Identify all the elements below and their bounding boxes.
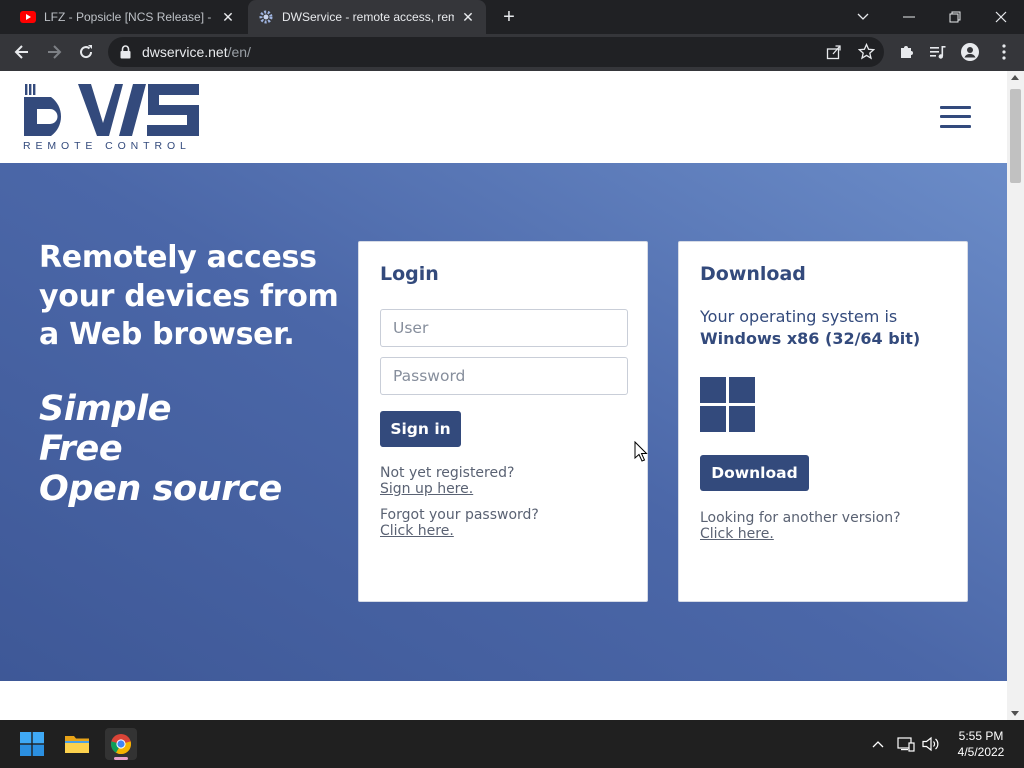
other-version-link[interactable]: Click here. (700, 526, 901, 542)
restore-button[interactable] (932, 0, 978, 34)
register-block: Not yet registered? Sign up here. (380, 465, 514, 497)
windows-icon (700, 377, 755, 432)
page-scrollbar[interactable] (1007, 71, 1024, 720)
forward-arrow-icon[interactable] (40, 38, 68, 66)
browser-toolbar: dwservice.net/en/ (0, 34, 1024, 71)
url-path: /en/ (227, 44, 251, 60)
hero-section: Remotely access your devices from a Web … (0, 163, 1007, 681)
browser-menu-icon[interactable] (990, 38, 1018, 66)
media-control-icon[interactable] (924, 38, 952, 66)
windows-start-icon[interactable] (16, 728, 48, 760)
page-viewport: REMOTE CONTROL Remotely access your devi… (0, 71, 1007, 720)
os-name: Windows x86 (32/64 bit) (700, 329, 921, 348)
dws-logo-mark (24, 84, 199, 136)
hero-text: Remotely access your devices from a Web … (39, 239, 339, 509)
tagline-open-source: Open source (39, 468, 282, 509)
logo-tagline: REMOTE CONTROL (23, 140, 191, 152)
scrollbar-thumb[interactable] (1010, 89, 1021, 183)
hamburger-menu-icon[interactable] (940, 106, 971, 128)
clock-time: 5:55 PM (958, 729, 1004, 743)
os-prefix: Your operating system is (700, 307, 898, 326)
back-arrow-icon[interactable] (8, 38, 36, 66)
register-prompt: Not yet registered? (380, 465, 515, 481)
taskbar-clock[interactable]: 5:55 PM 4/5/2022 (944, 728, 1018, 760)
tagline-free: Free (39, 428, 123, 469)
windows-taskbar: 5:55 PM 4/5/2022 (0, 720, 1024, 768)
download-title: Download (700, 263, 806, 285)
os-info: Your operating system is Windows x86 (32… (700, 306, 920, 350)
tagline-simple: Simple (39, 388, 172, 429)
forgot-prompt: Forgot your password? (380, 507, 539, 523)
address-bar[interactable]: dwservice.net/en/ (108, 37, 884, 67)
forgot-block: Forgot your password? Click here. (380, 507, 539, 539)
profile-avatar-icon[interactable] (956, 38, 984, 66)
login-title: Login (380, 263, 439, 285)
dws-logo[interactable]: REMOTE CONTROL (23, 83, 203, 153)
browser-tab-youtube[interactable]: LFZ - Popsicle [NCS Release] - Yo ✕ (10, 0, 246, 34)
close-window-button[interactable] (978, 0, 1024, 34)
clock-date: 4/5/2022 (957, 745, 1005, 759)
file-explorer-icon[interactable] (61, 728, 93, 760)
url-domain: dwservice.net (142, 44, 228, 60)
hero-taglines: Simple Free Open source (39, 389, 339, 509)
new-tab-button[interactable]: + (498, 6, 520, 28)
login-card: Login User Password Sign in Not yet regi… (358, 241, 648, 602)
scroll-up-arrow-icon[interactable] (1011, 75, 1019, 80)
site-header: REMOTE CONTROL (0, 71, 1007, 163)
active-app-indicator (114, 757, 128, 760)
close-tab-icon[interactable]: ✕ (220, 9, 236, 25)
download-button[interactable]: Download (700, 455, 809, 491)
sign-in-button[interactable]: Sign in (380, 411, 461, 447)
password-input[interactable]: Password (380, 357, 628, 395)
share-icon[interactable] (826, 44, 842, 65)
volume-icon[interactable] (921, 734, 941, 754)
reload-icon[interactable] (72, 38, 100, 66)
tab-title: DWService - remote access, remo (282, 10, 454, 24)
browser-tab-strip: LFZ - Popsicle [NCS Release] - Yo ✕ DWSe… (0, 0, 1024, 34)
chrome-icon[interactable] (105, 728, 137, 760)
forgot-password-link[interactable]: Click here. (380, 523, 539, 539)
lock-icon (120, 45, 131, 64)
tab-search-chevron-icon[interactable] (840, 0, 886, 34)
minimize-button[interactable] (886, 0, 932, 34)
user-input[interactable]: User (380, 309, 628, 347)
youtube-icon (20, 9, 36, 25)
extensions-puzzle-icon[interactable] (892, 38, 920, 66)
network-icon[interactable] (896, 734, 916, 754)
sign-up-link[interactable]: Sign up here. (380, 481, 514, 497)
close-tab-icon[interactable]: ✕ (460, 9, 476, 25)
download-card: Download Your operating system is Window… (678, 241, 968, 602)
tray-chevron-up-icon[interactable] (868, 734, 888, 754)
dwservice-gear-icon (258, 9, 274, 25)
bookmark-star-icon[interactable] (857, 42, 876, 65)
other-version-block: Looking for another version? Click here. (700, 510, 901, 542)
tab-title: LFZ - Popsicle [NCS Release] - Yo (44, 10, 214, 24)
other-version-prompt: Looking for another version? (700, 510, 901, 526)
scroll-down-arrow-icon[interactable] (1011, 711, 1019, 716)
browser-tab-dwservice[interactable]: DWService - remote access, remo ✕ (248, 0, 486, 34)
mouse-cursor-icon (634, 440, 648, 463)
url-text: dwservice.net/en/ (142, 44, 251, 60)
hero-headline: Remotely access your devices from a Web … (39, 240, 339, 352)
